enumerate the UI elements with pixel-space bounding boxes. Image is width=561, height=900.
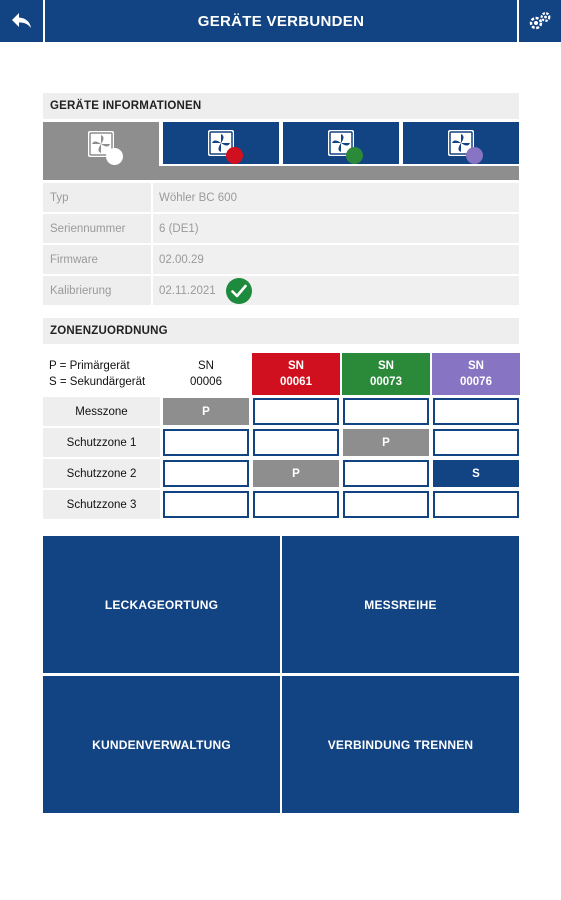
sn-label: SN xyxy=(288,360,304,372)
customer-management-button[interactable]: KUNDENVERWALTUNG xyxy=(43,676,280,813)
sn-number: 00076 xyxy=(460,376,492,388)
fan-device-icon xyxy=(327,129,363,164)
zone-cell[interactable] xyxy=(433,398,519,425)
info-row-type: Typ Wöhler BC 600 xyxy=(43,183,519,212)
device-sn-header-4: SN 00076 xyxy=(432,353,520,395)
settings-button[interactable] xyxy=(519,0,561,42)
info-label: Seriennummer xyxy=(43,214,151,243)
info-value: Wöhler BC 600 xyxy=(153,183,519,212)
device-color-dot xyxy=(346,147,363,164)
device-tab-1[interactable] xyxy=(43,122,159,166)
zone-label-schutzzone-2: Schutzzone 2 xyxy=(43,459,160,488)
zone-cell[interactable] xyxy=(433,491,519,518)
info-row-firmware: Firmware 02.00.29 xyxy=(43,245,519,274)
device-sn-header-2: SN 00061 xyxy=(252,353,340,395)
zone-cell[interactable] xyxy=(163,460,249,487)
disconnect-button[interactable]: VERBINDUNG TRENNEN xyxy=(282,676,519,813)
device-sn-header-3: SN 00073 xyxy=(342,353,430,395)
device-tab-2[interactable] xyxy=(163,122,279,164)
sn-label: SN xyxy=(468,360,484,372)
zone-cell[interactable]: P xyxy=(163,398,249,425)
device-sn-header-1: SN 00006 xyxy=(162,353,250,395)
zone-label-schutzzone-1: Schutzzone 1 xyxy=(43,428,160,457)
back-arrow-icon xyxy=(11,13,31,28)
fan-device-icon xyxy=(447,129,483,164)
zone-label-messzone: Messzone xyxy=(43,397,160,426)
measurement-series-button[interactable]: MESSREIHE xyxy=(282,536,519,673)
zone-cell[interactable] xyxy=(343,398,429,425)
device-info-section-title: GERÄTE INFORMATIONEN xyxy=(43,93,519,119)
legend-secondary: S = Sekundärgerät xyxy=(49,376,146,388)
legend-primary: P = Primärgerät xyxy=(49,360,130,372)
zone-cell[interactable] xyxy=(253,398,339,425)
sn-number: 00006 xyxy=(190,376,222,388)
info-row-serial: Seriennummer 6 (DE1) xyxy=(43,214,519,243)
fan-device-icon xyxy=(87,130,123,165)
zone-cell[interactable] xyxy=(163,429,249,456)
zone-cell[interactable] xyxy=(343,491,429,518)
device-tabs xyxy=(43,122,519,180)
device-color-dot xyxy=(106,148,123,165)
device-color-dot xyxy=(226,147,243,164)
info-label: Kalibrierung xyxy=(43,276,151,305)
info-row-calibration: Kalibrierung 02.11.2021 xyxy=(43,276,519,305)
sn-label: SN xyxy=(198,360,214,372)
sn-number: 00073 xyxy=(370,376,402,388)
zone-label-schutzzone-3: Schutzzone 3 xyxy=(43,490,160,519)
page-title: GERÄTE VERBUNDEN xyxy=(45,0,517,42)
back-button[interactable] xyxy=(0,0,43,42)
info-value: 6 (DE1) xyxy=(153,214,519,243)
zone-cell[interactable] xyxy=(253,491,339,518)
info-value: 02.11.2021 xyxy=(153,276,519,305)
zone-cell[interactable]: S xyxy=(433,460,519,487)
sn-label: SN xyxy=(378,360,394,372)
leak-detection-button[interactable]: LECKAGEORTUNG xyxy=(43,536,280,673)
zone-cell[interactable] xyxy=(163,491,249,518)
gears-icon xyxy=(529,12,551,30)
info-value: 02.00.29 xyxy=(153,245,519,274)
zone-cell[interactable]: P xyxy=(253,460,339,487)
device-tab-3[interactable] xyxy=(283,122,399,164)
zone-section-title: ZONENZUORDNUNG xyxy=(43,318,519,344)
device-color-dot xyxy=(466,147,483,164)
device-tab-4[interactable] xyxy=(403,122,519,164)
zone-cell[interactable] xyxy=(433,429,519,456)
active-tab-indicator xyxy=(43,166,519,180)
check-circle-icon xyxy=(225,277,252,304)
zone-legend: P = Primärgerät S = Sekundärgerät xyxy=(43,353,160,395)
zone-cell[interactable] xyxy=(343,460,429,487)
top-bar: GERÄTE VERBUNDEN xyxy=(0,0,561,44)
zone-cell[interactable]: P xyxy=(343,429,429,456)
info-label: Typ xyxy=(43,183,151,212)
sn-number: 00061 xyxy=(280,376,312,388)
info-label: Firmware xyxy=(43,245,151,274)
calibration-date: 02.11.2021 xyxy=(159,284,216,297)
fan-device-icon xyxy=(207,129,243,164)
zone-cell[interactable] xyxy=(253,429,339,456)
